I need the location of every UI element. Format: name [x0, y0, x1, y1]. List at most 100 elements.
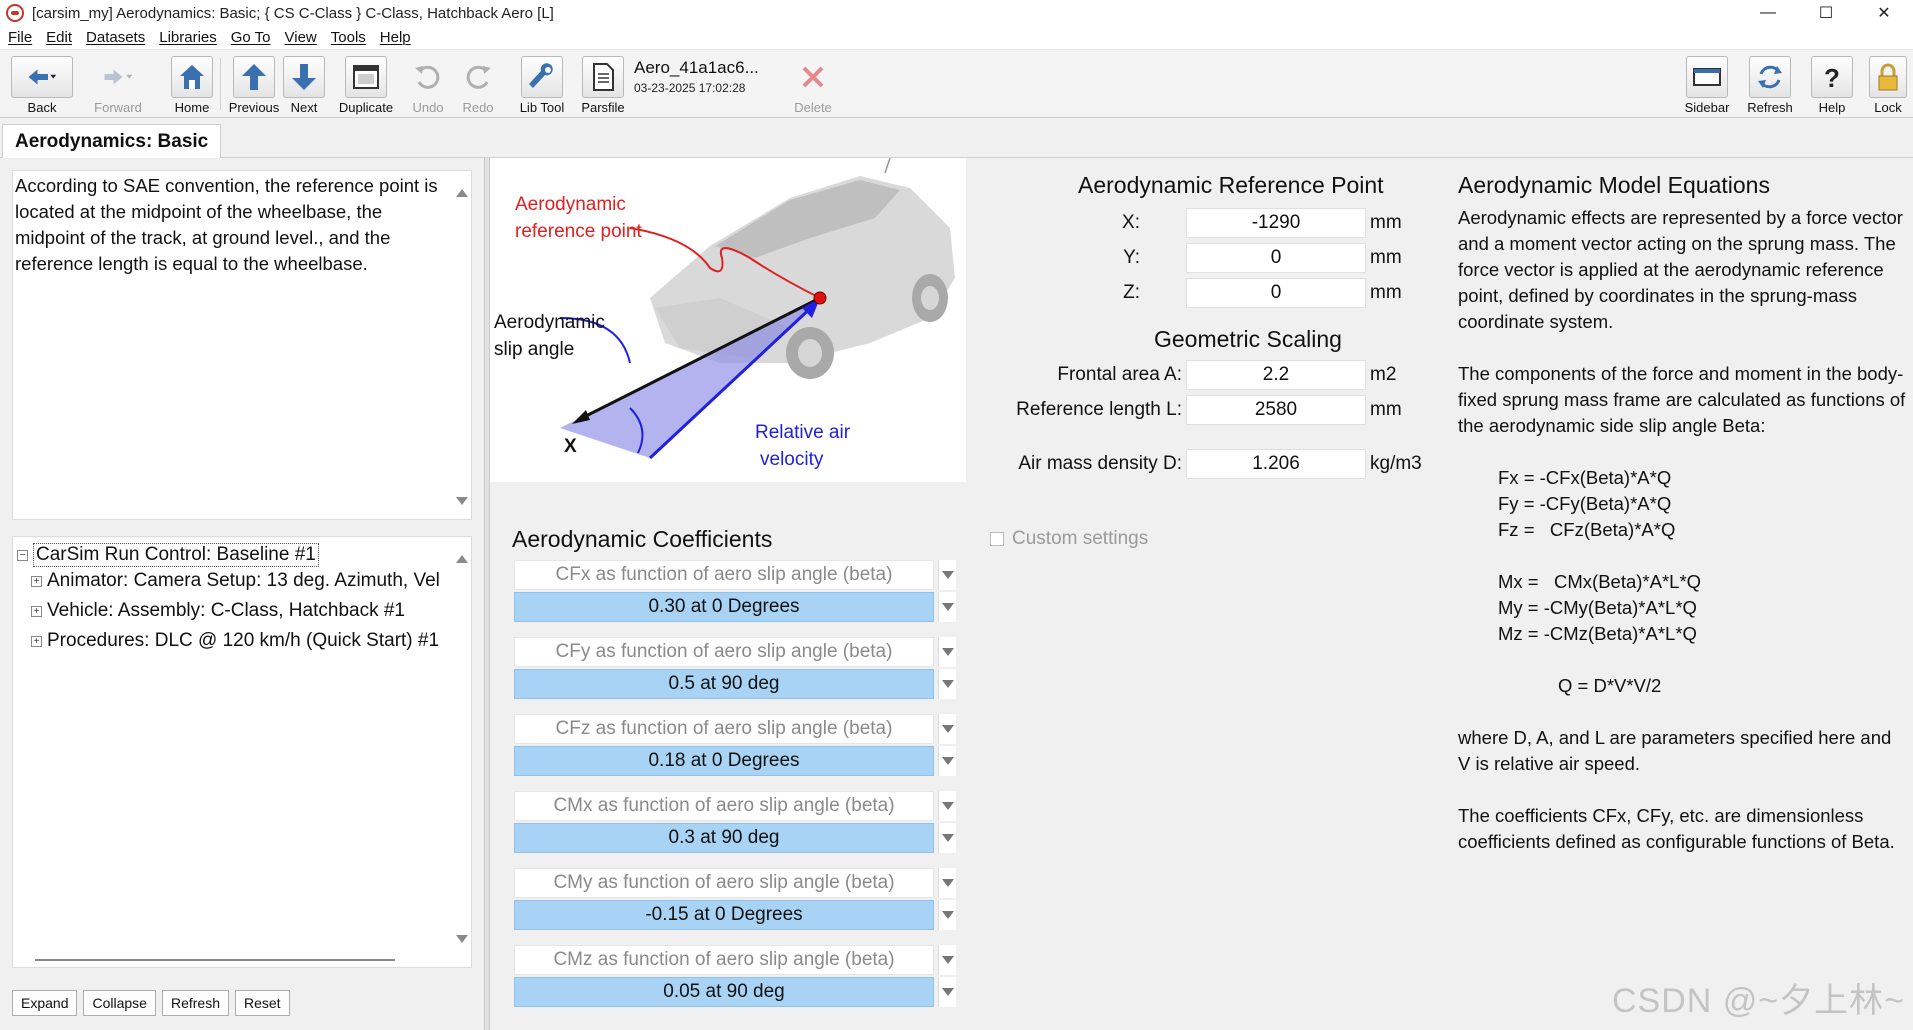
equation-mx: Mx = CMx(Beta)*A*L*Q	[1498, 571, 1702, 592]
expand-toggle-icon[interactable]: +	[31, 605, 42, 617]
menu-go-to[interactable]: Go To	[231, 29, 271, 46]
custom-settings-checkbox[interactable]: Custom settings	[990, 528, 1148, 550]
coef-label[interactable]: CFy as function of aero slip angle (beta…	[514, 637, 934, 667]
tree-item-vehicle[interactable]: + Vehicle: Assembly: C-Class, Hatchback …	[31, 597, 405, 625]
tree-item-procedures[interactable]: + Procedures: DLC @ 120 km/h (Quick Star…	[31, 627, 439, 655]
dropdown-arrow-icon[interactable]	[938, 791, 956, 821]
tree-root[interactable]: − CarSim Run Control: Baseline #1	[17, 541, 319, 569]
undo-button[interactable]: Undo	[406, 53, 450, 115]
menu-view[interactable]: View	[285, 29, 317, 46]
help-button[interactable]: ? Help	[1810, 53, 1854, 115]
back-arrow-icon	[11, 56, 73, 98]
checkbox-icon[interactable]	[990, 532, 1004, 546]
coef-value-select[interactable]: 0.30 at 0 Degrees	[514, 592, 934, 622]
tree-item-animator[interactable]: + Animator: Camera Setup: 13 deg. Azimut…	[31, 567, 440, 595]
maximize-button[interactable]: ☐	[1797, 0, 1855, 26]
watermark: CSDN @~夕上林~	[1611, 982, 1905, 1020]
dataset-info[interactable]: Aero_41a1ac6... 03-23-2025 17:02:28	[634, 58, 784, 95]
collapse-button[interactable]: Collapse	[83, 990, 156, 1016]
expand-toggle-icon[interactable]: +	[31, 575, 42, 587]
tab-aerodynamics-basic[interactable]: Aerodynamics: Basic	[2, 124, 222, 158]
scroll-up-icon[interactable]	[456, 189, 468, 197]
menu-tools[interactable]: Tools	[331, 29, 366, 46]
coef-label[interactable]: CFz as function of aero slip angle (beta…	[514, 714, 934, 744]
tree-item-label[interactable]: Animator: Camera Setup: 13 deg. Azimuth,…	[47, 570, 440, 592]
scroll-down-icon[interactable]	[456, 497, 468, 505]
tree-buttons: Expand Collapse Refresh Reset	[12, 990, 290, 1016]
air-density-input[interactable]: 1.206	[1186, 449, 1366, 479]
menu-datasets[interactable]: Datasets	[86, 29, 145, 46]
duplicate-button[interactable]: Duplicate	[334, 53, 398, 115]
equation-mz: Mz = -CMz(Beta)*A*L*Q	[1498, 623, 1697, 644]
menu-edit[interactable]: Edit	[46, 29, 72, 46]
ref-x-input[interactable]: -1290	[1186, 208, 1366, 238]
coef-cfy: CFy as function of aero slip angle (beta…	[514, 637, 956, 701]
coef-label[interactable]: CMx as function of aero slip angle (beta…	[514, 791, 934, 821]
tree-horizontal-scrollbar[interactable]	[35, 959, 395, 961]
dropdown-arrow-icon[interactable]	[938, 977, 956, 1007]
dropdown-arrow-icon[interactable]	[938, 669, 956, 699]
coef-label[interactable]: CMz as function of aero slip angle (beta…	[514, 945, 934, 975]
dataset-date: 03-23-2025 17:02:28	[634, 81, 746, 95]
tree-item-label[interactable]: Procedures: DLC @ 120 km/h (Quick Start)…	[47, 630, 439, 652]
reference-length-input[interactable]: 2580	[1186, 395, 1366, 425]
back-button[interactable]: Back	[10, 53, 74, 115]
dropdown-arrow-icon[interactable]	[938, 746, 956, 776]
delete-button[interactable]: Delete	[790, 53, 836, 115]
reset-button[interactable]: Reset	[235, 990, 290, 1016]
collapse-toggle-icon[interactable]: −	[17, 549, 28, 561]
expand-toggle-icon[interactable]: +	[31, 635, 42, 647]
close-button[interactable]: ✕	[1855, 0, 1913, 26]
geometric-scaling-title: Geometric Scaling	[1154, 326, 1342, 352]
frontal-area-input[interactable]: 2.2	[1186, 360, 1366, 390]
dropdown-arrow-icon[interactable]	[938, 900, 956, 930]
scroll-down-icon[interactable]	[456, 935, 468, 943]
dropdown-arrow-icon[interactable]	[938, 560, 956, 590]
sidebar-button[interactable]: Sidebar	[1682, 53, 1732, 115]
help-question-icon: ?	[1811, 56, 1853, 98]
coef-value-select[interactable]: 0.05 at 90 deg	[514, 977, 934, 1007]
expand-button[interactable]: Expand	[12, 990, 78, 1016]
ref-z-input[interactable]: 0	[1186, 278, 1366, 308]
ref-y-input[interactable]: 0	[1186, 243, 1366, 273]
dropdown-arrow-icon[interactable]	[938, 823, 956, 853]
parsfile-button[interactable]: Parsfile	[580, 53, 626, 115]
forward-button[interactable]: Forward	[86, 53, 150, 115]
tree-root-label[interactable]: CarSim Run Control: Baseline #1	[33, 543, 319, 567]
coef-label[interactable]: CMy as function of aero slip angle (beta…	[514, 868, 934, 898]
refresh-toolbar-button[interactable]: Refresh	[1744, 53, 1796, 115]
tree-scrollbar[interactable]	[451, 537, 471, 967]
dropdown-arrow-icon[interactable]	[938, 637, 956, 667]
next-button[interactable]: Next	[282, 53, 326, 115]
menu-help[interactable]: Help	[380, 29, 411, 46]
dropdown-arrow-icon[interactable]	[938, 868, 956, 898]
coef-label[interactable]: CFx as function of aero slip angle (beta…	[514, 560, 934, 590]
coef-value-select[interactable]: 0.18 at 0 Degrees	[514, 746, 934, 776]
forward-arrow-icon	[87, 56, 149, 98]
menu-libraries[interactable]: Libraries	[159, 29, 217, 46]
dropdown-arrow-icon[interactable]	[938, 592, 956, 622]
equation-fy: Fy = -CFy(Beta)*A*Q	[1498, 493, 1672, 514]
coef-value-select[interactable]: 0.3 at 90 deg	[514, 823, 934, 853]
dropdown-arrow-icon[interactable]	[938, 714, 956, 744]
down-arrow-icon	[283, 56, 325, 98]
home-button[interactable]: Home	[170, 53, 214, 115]
lib-tool-button[interactable]: Lib Tool	[514, 53, 570, 115]
lock-button[interactable]: Lock	[1868, 53, 1908, 115]
ref-x-label: X:	[1122, 212, 1140, 233]
description-scrollbar[interactable]	[451, 171, 471, 519]
previous-button[interactable]: Previous	[228, 53, 280, 115]
ref-x-unit: mm	[1370, 212, 1402, 233]
refresh-tree-button[interactable]: Refresh	[161, 990, 229, 1016]
scroll-up-icon[interactable]	[456, 555, 468, 563]
menu-file[interactable]: File	[8, 29, 32, 46]
redo-button[interactable]: Redo	[456, 53, 500, 115]
dropdown-arrow-icon[interactable]	[938, 945, 956, 975]
redo-icon	[457, 56, 499, 98]
minimize-button[interactable]: —	[1739, 0, 1797, 26]
car-illustration	[650, 157, 955, 379]
coef-value-select[interactable]: 0.5 at 90 deg	[514, 669, 934, 699]
coef-value-select[interactable]: -0.15 at 0 Degrees	[514, 900, 934, 930]
tree-item-label[interactable]: Vehicle: Assembly: C-Class, Hatchback #1	[47, 600, 405, 622]
frontal-area-label: Frontal area A:	[1057, 364, 1182, 385]
